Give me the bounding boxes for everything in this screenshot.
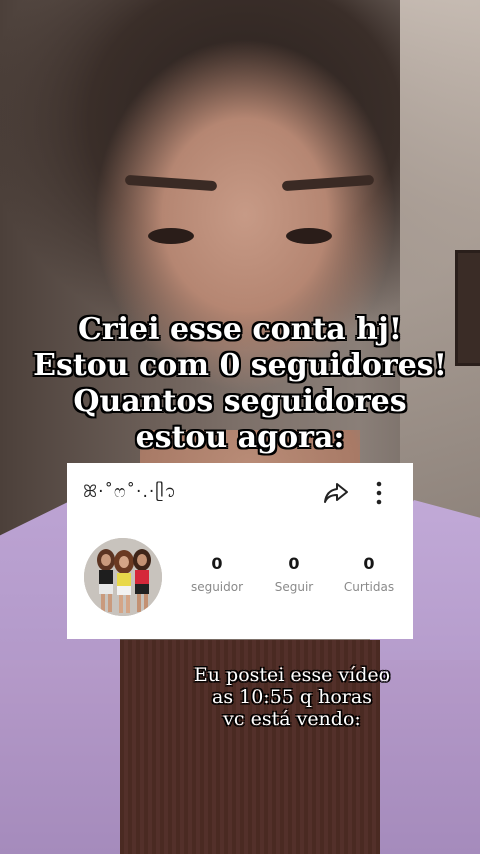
profile-username: ꕤ·˚ෆ˚·.·ᥫ᭡ [83,482,177,502]
caption-bottom-line: as 10:55 q horas [212,686,372,708]
stat-followers[interactable]: 0 seguidor [179,553,255,595]
caption-bottom-line: Eu postei esse vídeo [193,664,391,686]
background-right-eye [286,228,332,244]
profile-card: ꕤ·˚ෆ˚·.·ᥫ᭡ 0 seguidor 0 Seguir 0 Curtida… [67,463,413,639]
stat-following[interactable]: 0 Seguir [256,553,332,595]
share-arrow-icon[interactable] [322,479,350,507]
caption-top-line: Estou com 0 seguidores! [33,348,447,383]
caption-bottom-line: vc está vendo: [223,708,361,730]
stat-likes-value: 0 [363,554,375,573]
caption-bottom: Eu postei esse vídeo as 10:55 q horas vc… [52,664,480,730]
vertical-dots-icon[interactable] [371,479,387,507]
stat-following-value: 0 [288,554,300,573]
profile-card-header: ꕤ·˚ෆ˚·.·ᥫ᭡ [67,463,413,521]
stat-likes[interactable]: 0 Curtidas [331,553,407,595]
profile-avatar[interactable] [84,538,162,616]
caption-top-line: Criei esse conta hj! [77,312,403,347]
caption-top: Criei esse conta hj! Estou com 0 seguido… [0,312,480,456]
caption-top-line: Quantos seguidores [73,384,407,419]
background-left-eye [148,228,194,244]
stat-likes-label: Curtidas [343,580,395,594]
stat-following-label: Seguir [274,580,314,594]
stat-followers-label: seguidor [190,580,244,594]
profile-stats: 0 seguidor 0 Seguir 0 Curtidas [179,553,411,613]
caption-top-line: estou agora: [135,420,345,455]
stat-followers-value: 0 [211,554,223,573]
